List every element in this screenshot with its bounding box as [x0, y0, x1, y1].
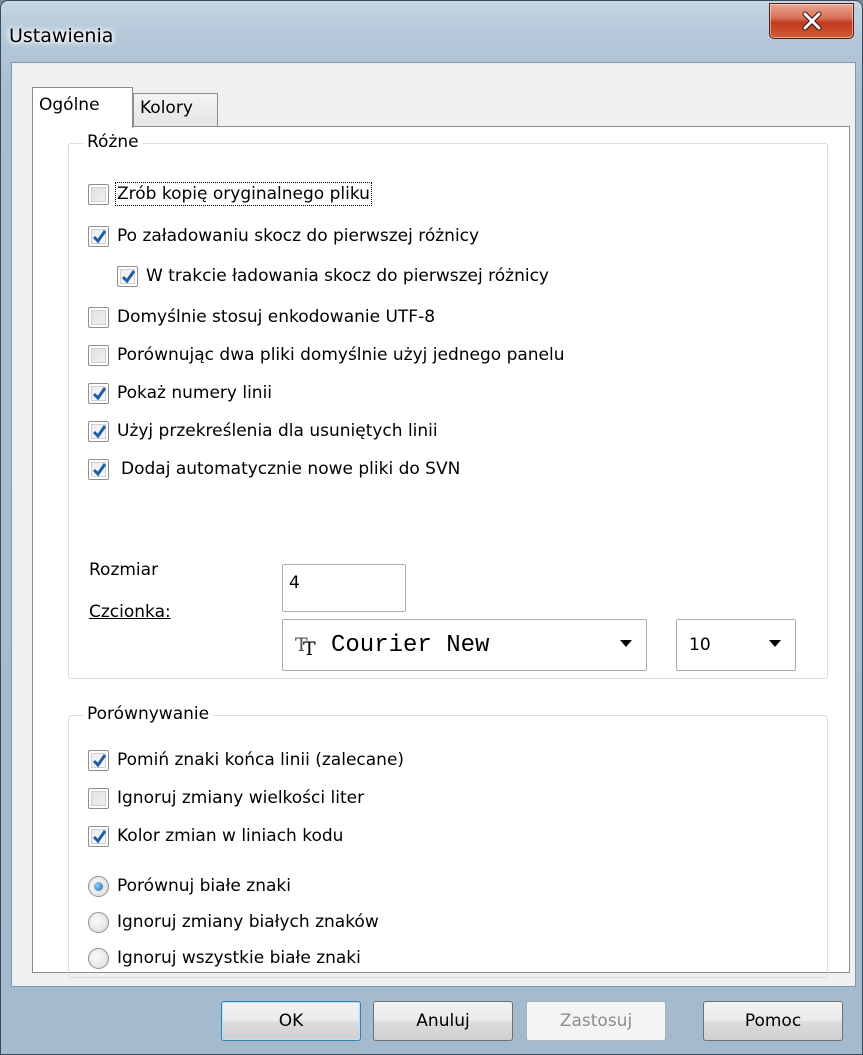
checkbox-row-jump-after-load[interactable]: Po załadowaniu skocz do pierwszej różnic…	[88, 223, 479, 249]
radio-ignore-whitespace-changes[interactable]	[88, 911, 109, 933]
font-label: Czcionka:	[89, 602, 171, 622]
radio-label: Ignoruj wszystkie białe znaki	[117, 948, 361, 968]
checkbox-jump-after-load[interactable]	[88, 225, 109, 247]
radio-row-ignore-whitespace-changes[interactable]: Ignoruj zmiany białych znaków	[88, 909, 379, 935]
radio-label: Porównuj białe znaki	[117, 876, 291, 896]
checkbox-label: Domyślnie stosuj enkodowanie UTF-8	[117, 307, 436, 327]
tab-panel-ogolne: Różne Zrób kopię oryginalnego pliku Po z…	[32, 126, 850, 978]
checkbox-row-auto-add-svn[interactable]: Dodaj automatycznie nowe pliki do SVN	[88, 456, 460, 482]
checkbox-row-jump-while-loading[interactable]: W trakcie ładowania skocz do pierwszej r…	[117, 263, 549, 289]
checkbox-ignore-case[interactable]	[88, 787, 109, 809]
settings-window: Ustawienia Ogólne Kolory Różne Zrób kopi…	[0, 0, 863, 1055]
checkbox-utf8-default[interactable]	[88, 306, 109, 328]
checkbox-row-skip-eol[interactable]: Pomiń znaki końca linii (zalecane)	[88, 747, 404, 773]
dialog-client-area: Ogólne Kolory Różne Zrób kopię oryginaln…	[11, 62, 856, 987]
font-size-value: 10	[689, 635, 711, 655]
checkbox-strikethrough[interactable]	[88, 420, 109, 442]
checkmark-icon	[92, 229, 107, 243]
title-bar[interactable]: Ustawienia	[1, 1, 862, 63]
size-label: Rozmiar	[89, 560, 159, 580]
group-porownywanie: Porównywanie Pomiń znaki końca linii (za…	[68, 704, 828, 978]
checkbox-label: W trakcie ładowania skocz do pierwszej r…	[146, 266, 549, 286]
checkbox-jump-while-loading[interactable]	[117, 265, 138, 287]
tab-label: Ogólne	[39, 95, 100, 115]
tab-kolory[interactable]: Kolory	[133, 93, 218, 127]
group-legend-porownywanie: Porównywanie	[83, 704, 214, 724]
font-size-combobox[interactable]: 10	[676, 619, 796, 671]
checkbox-label: Po załadowaniu skocz do pierwszej różnic…	[117, 226, 480, 246]
svg-text:T: T	[303, 638, 316, 657]
checkbox-row-color-changes[interactable]: Kolor zmian w liniach kodu	[88, 823, 343, 849]
checkbox-label: Pokaż numery linii	[117, 383, 273, 403]
checkbox-row-utf8[interactable]: Domyślnie stosuj enkodowanie UTF-8	[88, 304, 435, 330]
checkbox-auto-add-svn[interactable]	[88, 458, 109, 480]
checkbox-label: Dodaj automatycznie nowe pliki do SVN	[121, 459, 461, 479]
radio-compare-whitespace[interactable]	[88, 875, 109, 897]
radio-label: Ignoruj zmiany białych znaków	[117, 912, 379, 932]
radio-row-compare-whitespace[interactable]: Porównuj białe znaki	[88, 873, 291, 899]
checkbox-label: Ignoruj zmiany wielkości liter	[117, 788, 365, 808]
checkbox-row-line-numbers[interactable]: Pokaż numery linii	[88, 380, 272, 406]
cancel-button[interactable]: Anuluj	[373, 1001, 513, 1041]
ok-button[interactable]: OK	[221, 1001, 361, 1041]
checkbox-row-one-pane[interactable]: Porównując dwa pliki domyślnie użyj jedn…	[88, 342, 565, 368]
checkmark-icon	[92, 462, 107, 476]
close-button[interactable]	[769, 3, 854, 39]
size-input[interactable]: 4	[282, 564, 406, 612]
checkmark-icon	[92, 753, 107, 767]
help-button[interactable]: Pomoc	[703, 1001, 843, 1041]
checkbox-label: Porównując dwa pliki domyślnie użyj jedn…	[117, 345, 565, 365]
group-legend-rozne: Różne	[83, 132, 143, 152]
font-name-combobox[interactable]: T T Courier New	[282, 619, 647, 671]
checkmark-icon	[92, 386, 107, 400]
checkbox-color-changes[interactable]	[88, 825, 109, 847]
window-title: Ustawienia	[9, 25, 114, 47]
radio-ignore-all-whitespace[interactable]	[88, 947, 109, 969]
checkbox-label: Kolor zmian w liniach kodu	[117, 826, 344, 846]
checkbox-backup-original[interactable]	[88, 183, 109, 205]
checkbox-row-backup[interactable]: Zrób kopię oryginalnego pliku	[88, 181, 372, 207]
checkmark-icon	[92, 424, 107, 438]
checkbox-row-strikethrough[interactable]: Użyj przekreślenia dla usuniętych linii	[88, 418, 438, 444]
checkbox-skip-eol[interactable]	[88, 749, 109, 771]
checkbox-label: Zrób kopię oryginalnego pliku	[115, 182, 372, 206]
checkbox-one-pane[interactable]	[88, 344, 109, 366]
tab-label: Kolory	[140, 98, 193, 118]
group-rozne: Różne Zrób kopię oryginalnego pliku Po z…	[68, 132, 828, 679]
truetype-font-icon: T T	[295, 634, 316, 657]
checkmark-icon	[121, 269, 136, 283]
checkbox-label: Użyj przekreślenia dla usuniętych linii	[117, 421, 438, 441]
font-name-value: Courier New	[331, 631, 490, 659]
radio-row-ignore-all-whitespace[interactable]: Ignoruj wszystkie białe znaki	[88, 945, 361, 971]
checkbox-line-numbers[interactable]	[88, 382, 109, 404]
checkmark-icon	[92, 829, 107, 843]
checkbox-row-ignore-case[interactable]: Ignoruj zmiany wielkości liter	[88, 785, 364, 811]
checkbox-label: Pomiń znaki końca linii (zalecane)	[117, 750, 405, 770]
tab-ogolne[interactable]: Ogólne	[32, 87, 133, 128]
close-icon	[802, 11, 821, 31]
chevron-down-icon[interactable]	[620, 640, 632, 648]
apply-button[interactable]: Zastosuj	[526, 1001, 666, 1041]
chevron-down-icon[interactable]	[769, 640, 781, 648]
